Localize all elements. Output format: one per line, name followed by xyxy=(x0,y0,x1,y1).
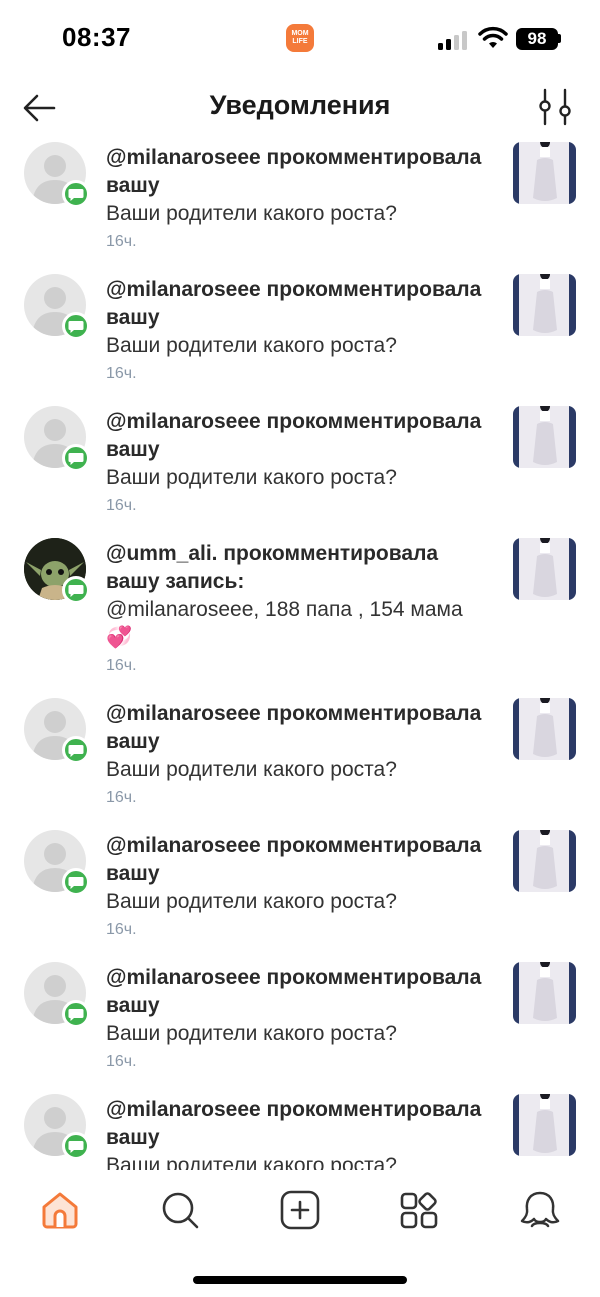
notification-body: Ваши родители какого роста? xyxy=(106,890,397,913)
notification-time: 16ч. xyxy=(106,921,137,938)
comment-badge-icon xyxy=(62,1000,90,1028)
comment-badge-icon xyxy=(62,180,90,208)
notification-title: @milanaroseee прокомментировала вашу xyxy=(106,1098,482,1149)
wifi-icon xyxy=(478,26,508,48)
notification-title: @milanaroseee прокомментировала вашу xyxy=(106,834,482,885)
post-thumbnail[interactable] xyxy=(513,1094,576,1156)
notification-title: @milanaroseee прокомментировала вашу xyxy=(106,146,482,197)
status-bar: 08:37 MOM LIFE 98 xyxy=(0,0,600,80)
sliders-icon[interactable] xyxy=(536,86,576,128)
notification-body: Ваши родители какого роста? xyxy=(106,466,397,489)
notification-list: @milanaroseee прокомментировала вашу Ваш… xyxy=(0,136,600,1170)
post-thumbnail[interactable] xyxy=(513,538,576,600)
bottom-tab-bar xyxy=(0,1170,600,1297)
cellular-signal-icon xyxy=(438,30,470,50)
notification-time: 16ч. xyxy=(106,657,137,674)
notification-title: @umm_ali. прокомментировала вашу запись: xyxy=(106,542,439,593)
home-indicator xyxy=(193,1276,407,1284)
add-post-icon[interactable] xyxy=(278,1188,322,1232)
services-icon[interactable] xyxy=(398,1188,442,1232)
notification-title: @milanaroseee прокомментировала вашу xyxy=(106,702,482,753)
notification-time: 16ч. xyxy=(106,789,137,806)
header: Уведомления xyxy=(0,80,600,134)
notification-title: @milanaroseee прокомментировала вашу xyxy=(106,278,482,329)
search-icon[interactable] xyxy=(158,1188,202,1232)
comment-badge-icon xyxy=(62,576,90,604)
notification-body: Ваши родители какого роста? xyxy=(106,334,397,357)
comment-badge-icon xyxy=(62,444,90,472)
profile-icon[interactable] xyxy=(518,1188,562,1232)
notification-time: 16ч. xyxy=(106,497,137,514)
page-title: Уведомления xyxy=(209,90,391,120)
post-thumbnail[interactable] xyxy=(513,830,576,892)
notification-body: Ваши родители какого роста? xyxy=(106,758,397,781)
notification-title: @milanaroseee прокомментировала вашу xyxy=(106,966,482,1017)
notification-body: @milanaroseee, 188 папа , 154 мама 💞 xyxy=(106,598,463,649)
notification-body: Ваши родители какого роста? xyxy=(106,1154,397,1170)
notification-body: Ваши родители какого роста? xyxy=(106,1022,397,1045)
post-thumbnail[interactable] xyxy=(513,962,576,1024)
notification-title: @milanaroseee прокомментировала вашу xyxy=(106,410,482,461)
comment-badge-icon xyxy=(62,868,90,896)
battery-level: 98 xyxy=(516,28,558,50)
comment-badge-icon xyxy=(62,312,90,340)
app-logo-icon: MOM LIFE xyxy=(286,24,314,52)
post-thumbnail[interactable] xyxy=(513,274,576,336)
notification-time: 16ч. xyxy=(106,1053,137,1070)
home-icon[interactable] xyxy=(38,1188,82,1232)
battery-tip xyxy=(558,34,561,43)
post-thumbnail[interactable] xyxy=(513,406,576,468)
post-thumbnail[interactable] xyxy=(513,698,576,760)
comment-badge-icon xyxy=(62,736,90,764)
status-time: 08:37 xyxy=(62,22,131,52)
notification-body: Ваши родители какого роста? xyxy=(106,202,397,225)
post-thumbnail[interactable] xyxy=(513,142,576,204)
notification-time: 16ч. xyxy=(106,365,137,382)
comment-badge-icon xyxy=(62,1132,90,1160)
notification-time: 16ч. xyxy=(106,233,137,250)
